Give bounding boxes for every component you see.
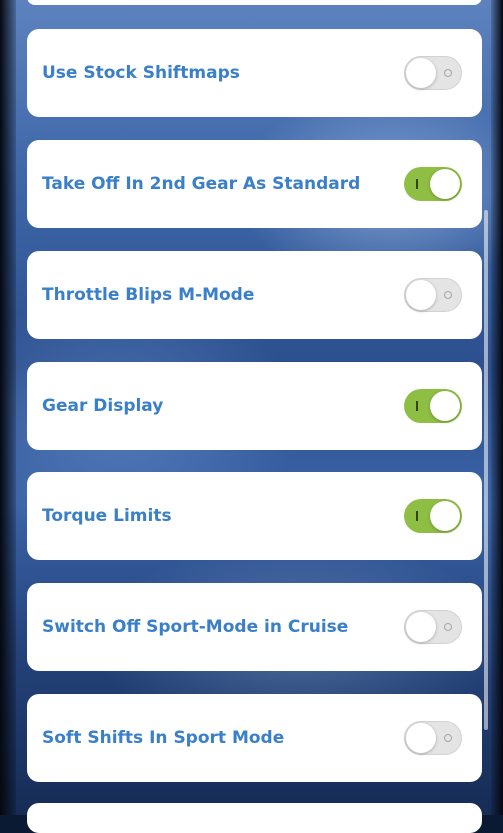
toggle-knob <box>406 723 436 753</box>
setting-row-take-off-2nd-gear: Take Off In 2nd Gear As Standard <box>27 140 482 228</box>
scrollbar[interactable] <box>484 210 488 730</box>
toggle-switch[interactable] <box>404 56 462 90</box>
toggle-on-indicator-icon <box>416 401 418 411</box>
toggle-switch[interactable] <box>404 499 462 533</box>
setting-label: Use Stock Shiftmaps <box>42 63 240 83</box>
toggle-on-indicator-icon <box>416 179 418 189</box>
background-edge-right <box>491 0 503 815</box>
setting-row-switch-off-sport-mode: Switch Off Sport-Mode in Cruise <box>27 583 482 671</box>
toggle-off-indicator-icon <box>444 69 452 77</box>
setting-row-use-stock-shiftmaps: Use Stock Shiftmaps <box>27 29 482 117</box>
setting-row-soft-shifts: Soft Shifts In Sport Mode <box>27 694 482 782</box>
toggle-knob <box>406 280 436 310</box>
setting-label: Torque Limits <box>42 506 172 526</box>
toggle-switch[interactable] <box>404 278 462 312</box>
setting-label: Switch Off Sport-Mode in Cruise <box>42 617 349 637</box>
toggle-knob <box>430 391 460 421</box>
toggle-switch[interactable] <box>404 389 462 423</box>
setting-label: Throttle Blips M-Mode <box>42 285 255 305</box>
settings-card-partial-top <box>27 0 482 5</box>
toggle-switch[interactable] <box>404 721 462 755</box>
toggle-knob <box>406 58 436 88</box>
toggle-off-indicator-icon <box>444 291 452 299</box>
toggle-knob <box>430 501 460 531</box>
toggle-off-indicator-icon <box>444 623 452 631</box>
toggle-switch[interactable] <box>404 610 462 644</box>
settings-card-partial-bottom <box>27 803 482 833</box>
toggle-knob <box>430 169 460 199</box>
setting-label: Gear Display <box>42 396 164 416</box>
toggle-switch[interactable] <box>404 167 462 201</box>
toggle-on-indicator-icon <box>416 511 418 521</box>
setting-row-throttle-blips: Throttle Blips M-Mode <box>27 251 482 339</box>
setting-row-torque-limits: Torque Limits <box>27 472 482 560</box>
toggle-knob <box>406 612 436 642</box>
background-edge-left <box>0 0 16 815</box>
setting-label: Take Off In 2nd Gear As Standard <box>42 174 361 194</box>
setting-label: Soft Shifts In Sport Mode <box>42 728 285 748</box>
toggle-off-indicator-icon <box>444 734 452 742</box>
setting-row-gear-display: Gear Display <box>27 362 482 450</box>
